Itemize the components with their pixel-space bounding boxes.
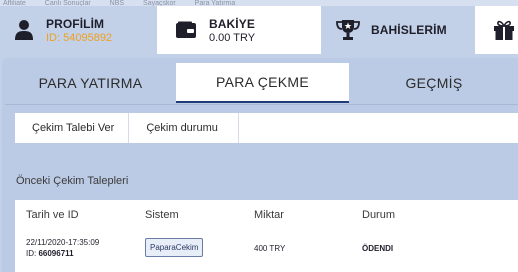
tab-deposit[interactable]: PARA YATIRMA <box>5 63 176 103</box>
profile-id: ID: 54095892 <box>46 31 113 44</box>
row-status: ÖDENDI <box>362 244 394 253</box>
my-bets-button[interactable]: BAHİSLERİM <box>321 6 475 54</box>
column-header-status: Durum <box>362 209 396 221</box>
withdraw-subtabs: Çekim Talebi Ver Çekim durumu <box>15 113 518 143</box>
balance-title: BAKİYE <box>209 16 255 31</box>
user-icon <box>15 20 33 40</box>
wallet-icon <box>176 21 196 38</box>
subtab-request-withdrawal[interactable]: Çekim Talebi Ver <box>15 113 130 143</box>
row-amount: 400 TRY <box>254 244 286 253</box>
balance-button[interactable]: BAKİYE 0.00 TRY <box>157 6 321 54</box>
account-header: PROFİLİM ID: 54095892 BAKİYE 0.00 TRY BA… <box>0 6 518 54</box>
row-id-value: 66096711 <box>38 249 74 258</box>
column-header-date-id: Tarih ve ID <box>26 209 79 221</box>
main-tabs: PARA YATIRMA PARA ÇEKME GEÇMİŞ <box>5 63 518 103</box>
profile-button[interactable]: PROFİLİM ID: 54095892 <box>0 6 157 54</box>
row-system-badge: PaparaCekim <box>145 238 204 257</box>
previous-requests-heading: Önceki Çekim Talepleri <box>16 175 129 187</box>
tabs-divider <box>5 104 518 105</box>
tab-history[interactable]: GEÇMİŞ <box>349 63 518 103</box>
tab-withdraw[interactable]: PARA ÇEKME <box>176 63 349 103</box>
withdrawals-table: Tarih ve ID Sistem Miktar Durum 22/11/20… <box>15 200 518 272</box>
trophy-icon <box>336 20 360 40</box>
gift-button[interactable] <box>475 6 518 54</box>
profile-title: PROFİLİM <box>46 16 105 31</box>
row-id: ID: 66096711 <box>26 249 74 258</box>
row-id-prefix: ID: <box>26 249 39 258</box>
column-header-system: Sistem <box>145 209 179 221</box>
gift-icon <box>494 20 514 40</box>
my-bets-title: BAHİSLERİM <box>371 23 447 37</box>
column-header-amount: Miktar <box>254 209 284 221</box>
balance-amount: 0.00 TRY <box>209 31 256 44</box>
subtab-withdrawal-status[interactable]: Çekim durumu <box>129 113 239 143</box>
row-datetime: 22/11/2020-17:35:09 <box>26 238 100 247</box>
